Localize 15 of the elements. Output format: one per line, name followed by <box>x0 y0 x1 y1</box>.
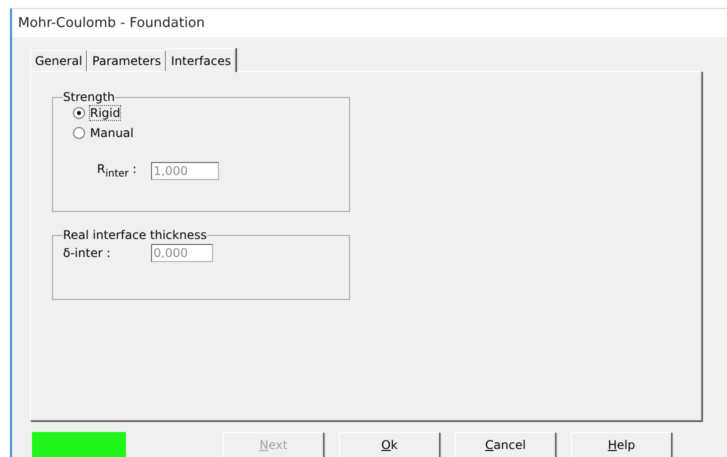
dialog-button[interactable]: Help <box>571 432 672 457</box>
field-label: R$_{inter}$ : <box>97 162 137 180</box>
tab[interactable]: Parameters <box>87 50 166 71</box>
window-title: Mohr-Coulomb - Foundation <box>18 15 205 31</box>
dialog-button[interactable]: Cancel <box>455 432 556 457</box>
tab[interactable]: Interfaces <box>166 48 236 72</box>
dialog-button[interactable]: Ok <box>339 432 440 457</box>
tab[interactable]: General <box>30 50 88 71</box>
field-label: δ-inter : <box>63 246 110 260</box>
radio-label[interactable]: Manual <box>90 126 134 140</box>
group-title: Strength <box>63 90 115 104</box>
radio-button[interactable] <box>73 127 85 139</box>
radio-label[interactable]: Rigid <box>90 106 120 120</box>
group-title: Real interface thickness <box>63 228 207 242</box>
radio-button[interactable] <box>73 107 85 119</box>
